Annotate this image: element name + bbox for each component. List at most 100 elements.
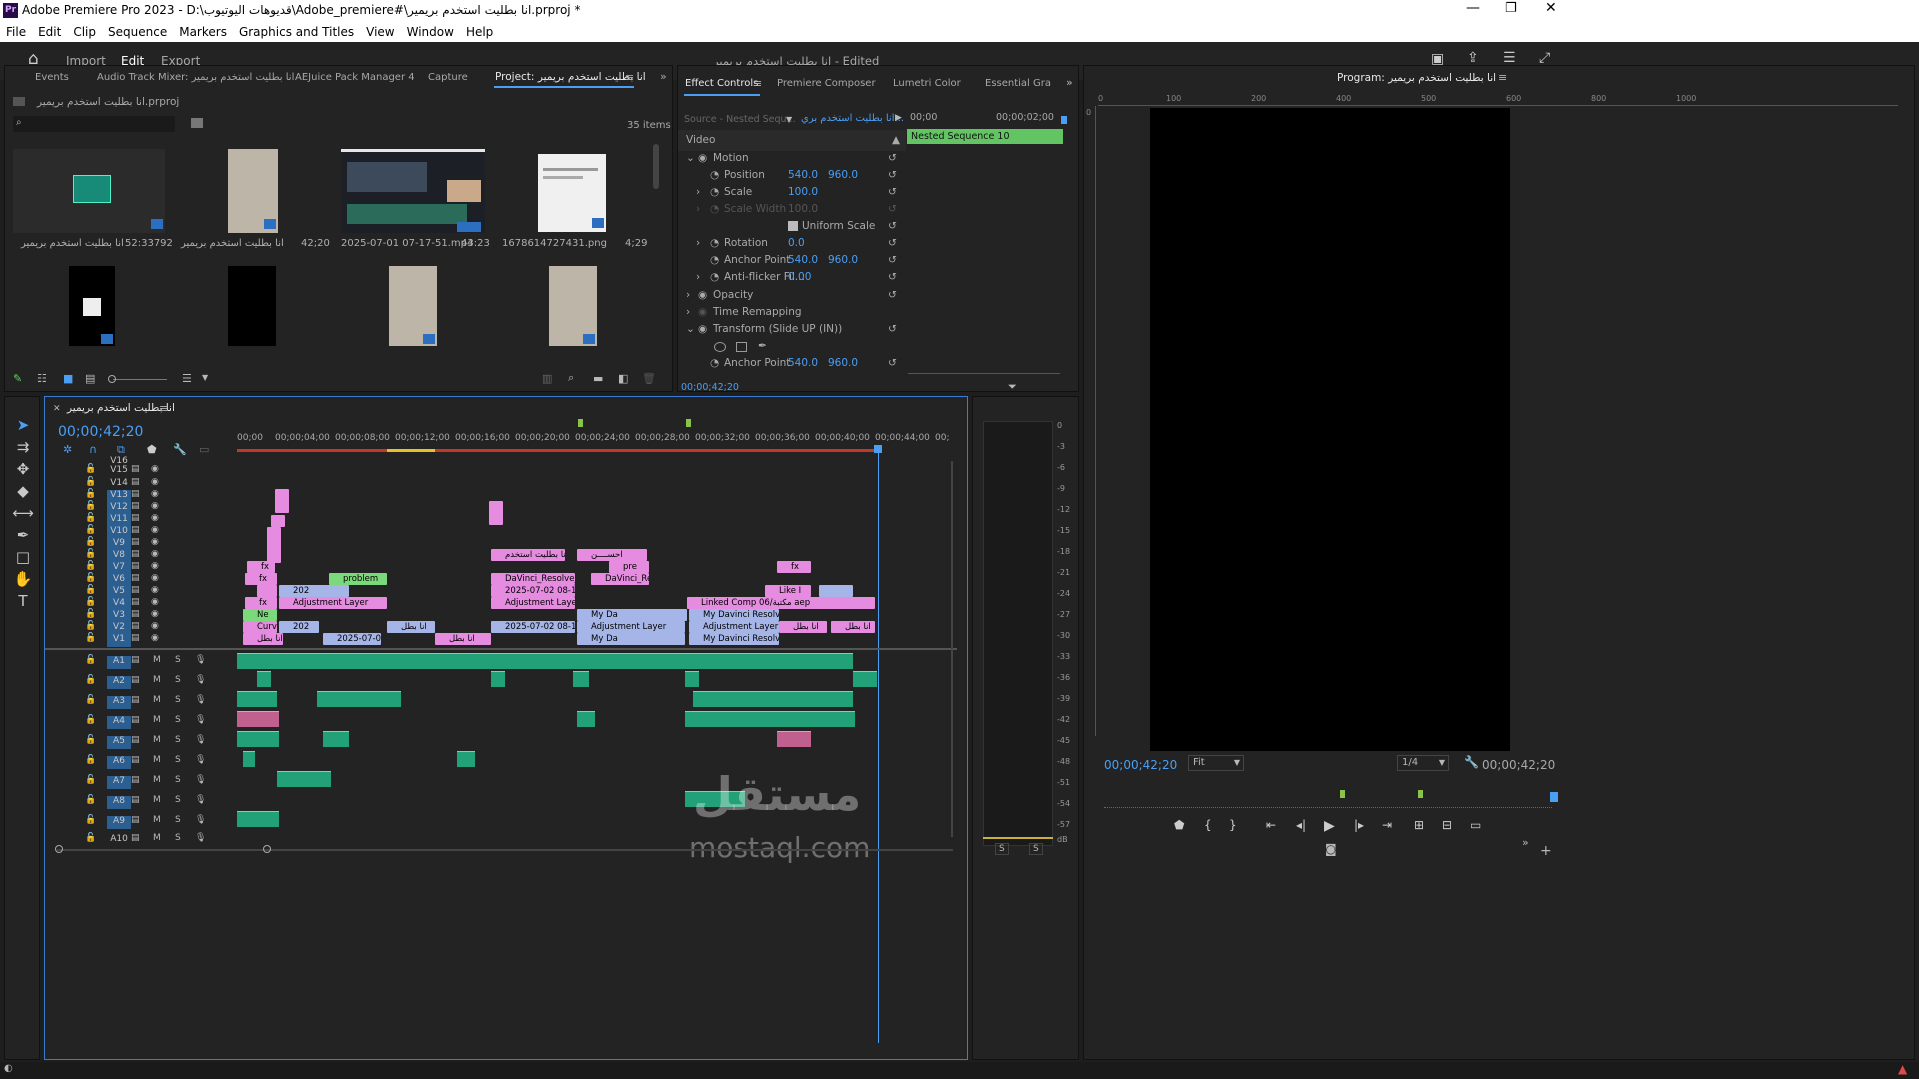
program-timecode[interactable]: 00;00;42;20: [1104, 758, 1177, 772]
ripple-edit-tool-icon[interactable]: ✥: [12, 458, 34, 480]
reset-icon[interactable]: ↺: [888, 186, 897, 198]
clip[interactable]: fx: [247, 561, 275, 573]
audio-clip[interactable]: [693, 691, 853, 707]
clip[interactable]: fx: [245, 597, 277, 609]
go-to-in-icon[interactable]: ⇤: [1266, 818, 1276, 832]
clip[interactable]: [257, 585, 277, 597]
ec-value-y[interactable]: 960.0: [828, 254, 858, 266]
quality-dropdown[interactable]: 1/4 ▼: [1397, 755, 1449, 771]
sync-icon[interactable]: ▤: [131, 621, 140, 631]
tab-aejuice[interactable]: AEJuice Pack Manager 4: [295, 72, 415, 83]
pencil-icon[interactable]: ✎: [13, 372, 22, 385]
lock-icon[interactable]: 🔓: [85, 525, 96, 535]
share-icon[interactable]: ⇪: [1467, 50, 1479, 66]
audio-clip[interactable]: [853, 671, 877, 687]
thumb-nested-sequence[interactable]: [228, 149, 278, 233]
sync-icon[interactable]: ▤: [131, 464, 140, 474]
checkbox-icon[interactable]: [788, 221, 798, 231]
solo-left-button[interactable]: S: [995, 843, 1009, 855]
audio-clip[interactable]: [237, 811, 279, 827]
audio-clip[interactable]: [237, 653, 853, 669]
sync-icon[interactable]: ▤: [131, 815, 140, 825]
ec-scrollbar[interactable]: [908, 373, 1060, 374]
mark-in-icon[interactable]: {: [1204, 818, 1212, 832]
mute-button[interactable]: M: [153, 715, 161, 725]
audio-clip[interactable]: [457, 751, 475, 767]
maximize-icon[interactable]: ❐: [1505, 1, 1517, 16]
chevron-right-icon[interactable]: ›: [686, 306, 690, 318]
lock-icon[interactable]: 🔓: [85, 549, 96, 559]
clip[interactable]: [267, 527, 281, 563]
timeline-v-scrollbar[interactable]: [951, 461, 953, 837]
eye-icon[interactable]: ◉: [151, 525, 159, 535]
go-to-out-icon[interactable]: ⇥: [1382, 818, 1392, 832]
audio-clip[interactable]: [237, 711, 279, 727]
timeline-timecode[interactable]: 00;00;42;20: [58, 424, 143, 440]
sync-icon[interactable]: ▤: [131, 525, 140, 535]
chevron-right-icon[interactable]: ›: [696, 237, 700, 249]
rect-mask-icon[interactable]: [736, 342, 747, 352]
list-view-icon[interactable]: ☷: [37, 372, 47, 385]
mute-button[interactable]: M: [153, 795, 161, 805]
insert-icon[interactable]: ⊞: [1414, 818, 1424, 832]
project-menu-icon[interactable]: ≡: [625, 71, 634, 84]
mute-button[interactable]: M: [153, 735, 161, 745]
scroll-handle-icon[interactable]: [55, 845, 63, 853]
sync-icon[interactable]: ▤: [131, 775, 140, 785]
marker-icon[interactable]: [1340, 790, 1345, 798]
eye-icon[interactable]: ◉: [698, 289, 707, 301]
pen-tool-icon[interactable]: ✒: [12, 524, 34, 546]
thumb-video[interactable]: [341, 149, 485, 233]
razor-tool-icon[interactable]: ◆: [12, 480, 34, 502]
lock-icon[interactable]: 🔓: [85, 621, 96, 631]
sync-icon[interactable]: ▤: [131, 597, 140, 607]
expand-panels-icon[interactable]: »: [660, 70, 667, 83]
tab-capture[interactable]: Capture: [428, 72, 468, 83]
thumb-black[interactable]: [228, 266, 276, 346]
stopwatch-icon[interactable]: ◔: [710, 186, 719, 198]
freeform-view-icon[interactable]: ▤: [85, 372, 95, 385]
automate-icon[interactable]: ▥: [542, 372, 552, 385]
chevron-up-icon[interactable]: ▲: [892, 134, 900, 146]
chevron-right-icon[interactable]: ›: [696, 271, 700, 283]
clip[interactable]: انا بطل: [387, 621, 435, 633]
clip[interactable]: [275, 489, 289, 513]
solo-button[interactable]: S: [175, 795, 181, 805]
tab-events[interactable]: Events: [35, 72, 69, 83]
type-tool-icon[interactable]: T: [12, 590, 34, 612]
lock-icon[interactable]: 🔓: [85, 609, 96, 619]
play-only-icon[interactable]: ▶: [895, 113, 902, 123]
menu-clip[interactable]: Clip: [73, 25, 96, 39]
mark-out-icon[interactable]: }: [1229, 818, 1237, 832]
project-scrollbar[interactable]: [653, 144, 659, 189]
fullscreen-icon[interactable]: ⤢: [1539, 50, 1550, 66]
ec-value-y[interactable]: 960.0: [828, 357, 858, 369]
tab-premiere-composer[interactable]: Premiere Composer: [777, 78, 876, 89]
mute-button[interactable]: M: [153, 675, 161, 685]
eye-icon[interactable]: ◉: [151, 501, 159, 511]
clip[interactable]: Linked Comp 06/مكتبة aep: [687, 597, 875, 609]
new-bin-icon[interactable]: [191, 118, 203, 128]
clip[interactable]: انا بطل: [243, 633, 283, 645]
mute-button[interactable]: M: [153, 695, 161, 705]
menu-markers[interactable]: Markers: [179, 25, 227, 39]
ellipse-mask-icon[interactable]: [714, 342, 726, 352]
lock-icon[interactable]: 🔓: [85, 633, 96, 643]
eye-icon[interactable]: ◉: [151, 585, 159, 595]
eye-icon[interactable]: ◉: [151, 561, 159, 571]
clip[interactable]: Adjustment Layer: [689, 621, 779, 633]
mute-button[interactable]: M: [153, 775, 161, 785]
stopwatch-icon[interactable]: ◔: [710, 357, 719, 369]
thumb-audio-sequence[interactable]: [13, 149, 165, 233]
tab-essential-graphics[interactable]: Essential Graph: [985, 78, 1051, 89]
eye-icon[interactable]: ◉: [151, 549, 159, 559]
clip[interactable]: fx: [245, 573, 277, 585]
reset-icon[interactable]: ↺: [888, 220, 897, 232]
clip[interactable]: DaVinci_Re: [591, 573, 649, 585]
safe-margins-icon[interactable]: ▭: [1470, 818, 1481, 832]
clip[interactable]: Adjustment Layer: [491, 597, 575, 609]
chevron-down-icon[interactable]: ▼: [786, 115, 792, 124]
new-bin-bottom-icon[interactable]: ▬: [593, 372, 603, 385]
solo-button[interactable]: S: [175, 695, 181, 705]
chevron-right-icon[interactable]: ›: [686, 289, 690, 301]
